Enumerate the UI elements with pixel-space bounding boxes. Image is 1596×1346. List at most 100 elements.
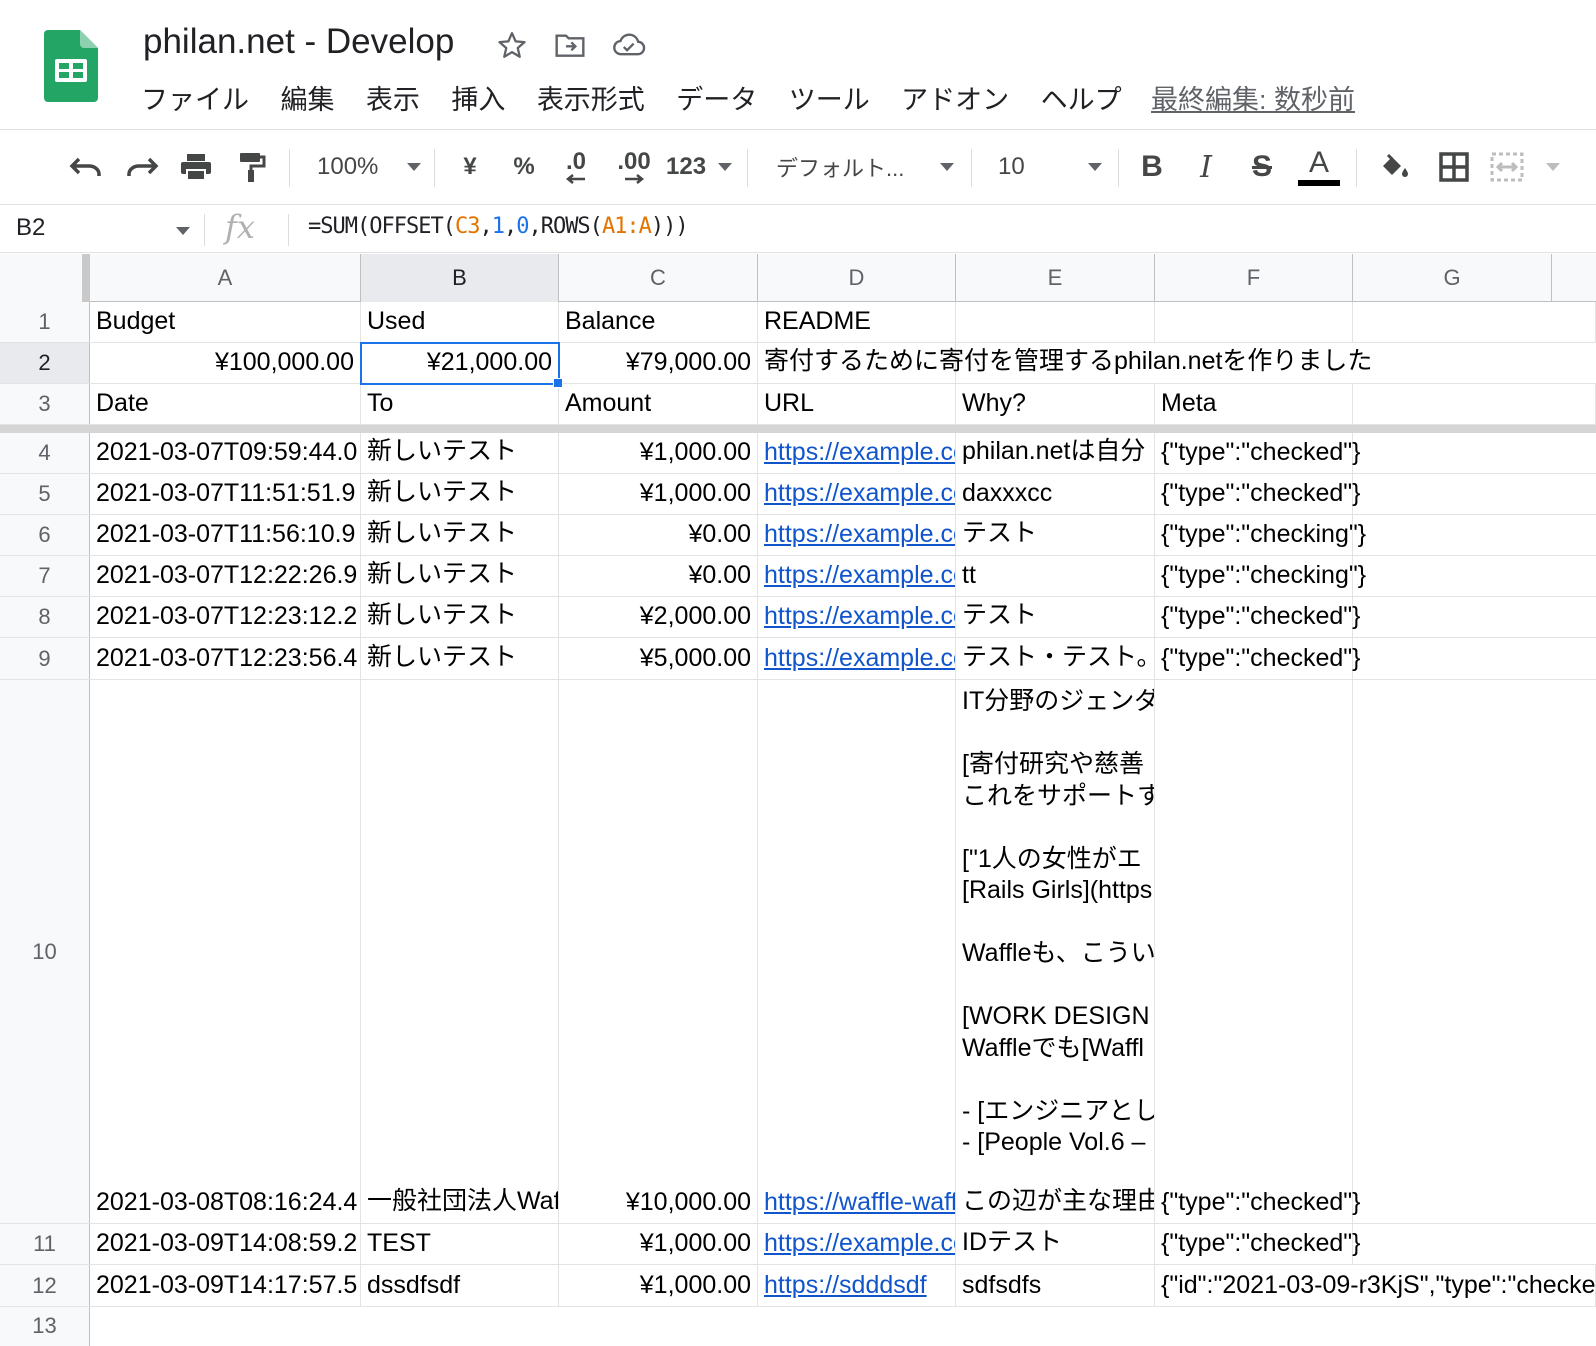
cell-meta[interactable]: {"id":"2021-03-09-r3KjS","type":"checked… [1155,1265,1596,1306]
cell-to[interactable]: 新しいテスト [361,474,559,514]
row-header[interactable]: 12 [0,1265,90,1306]
menu-insert[interactable]: 挿入 [451,80,505,120]
cell-date[interactable]: 2021-03-07T11:51:51.9 [90,474,361,514]
cell-meta[interactable]: {"type":"checked"} [1155,680,1361,1223]
menu-format[interactable]: 表示形式 [537,80,645,120]
url-link[interactable]: https://example.com [764,479,955,508]
cell-date[interactable]: 2021-03-07T09:59:44.0 [90,433,361,473]
menu-edit[interactable]: 編集 [280,80,334,120]
url-link[interactable]: https://example.com [764,644,955,673]
column-header-a[interactable]: A [90,254,361,302]
menu-view[interactable]: 表示 [366,80,420,120]
cell-date[interactable]: 2021-03-07T11:56:10.9 [90,515,361,555]
cell-to[interactable]: TEST [361,1224,559,1264]
cell-meta[interactable]: {"type":"checked"} [1155,433,1361,473]
cell-to[interactable]: 新しいテスト [361,638,559,679]
url-link[interactable]: https://example.com [764,520,955,549]
cell-why[interactable]: sdfsdfs [956,1265,1155,1306]
cell-amount[interactable]: ¥5,000.00 [559,638,758,679]
menu-help[interactable]: ヘルプ [1041,80,1122,120]
row-header[interactable]: 13 [0,1307,90,1346]
font-family-select[interactable]: デフォルト... [776,145,954,189]
cell-url[interactable]: https://example.com [758,433,956,473]
menu-file[interactable]: ファイル [141,80,249,120]
currency-format-button[interactable]: ¥ [452,145,488,189]
cell-url[interactable]: https://example.com [758,638,956,679]
url-link[interactable]: https://example.com [764,561,955,590]
cell-url[interactable]: https://example.com [758,515,956,555]
merge-cells-icon[interactable] [1490,145,1560,189]
fill-color-icon[interactable] [1374,145,1414,189]
cell-why[interactable]: テスト [956,597,1155,637]
more-formats-button[interactable]: 123 [666,145,732,189]
cell-a2[interactable]: ¥100,000.00 [90,343,361,383]
cell-meta[interactable]: {"type":"checked"} [1155,474,1361,514]
row-header[interactable]: 2 [0,343,90,383]
cell-meta[interactable]: {"type":"checked"} [1155,597,1361,637]
increase-decimal-button[interactable]: .00 [612,145,656,189]
menu-tools[interactable]: ツール [789,80,870,120]
column-header-b[interactable]: B [361,254,559,302]
row-header[interactable]: 7 [0,556,90,596]
star-icon[interactable] [495,28,529,62]
cell-a3[interactable]: Date [90,384,361,424]
cell-date[interactable]: 2021-03-07T12:23:12.2 [90,597,361,637]
cloud-saved-icon[interactable] [612,28,646,62]
font-size-select[interactable]: 10 [998,145,1102,189]
cell-amount[interactable]: ¥0.00 [559,515,758,555]
move-to-folder-icon[interactable] [553,28,587,62]
cell-amount[interactable]: ¥1,000.00 [559,474,758,514]
cell-a1[interactable]: Budget [90,302,361,342]
cell-why[interactable]: IT分野のジェンダ [寄付研究や慈善 これをサポートす ["1人の女性がエ [R… [956,680,1155,1223]
url-link[interactable]: https://example.com [764,438,955,467]
cell-c2[interactable]: ¥79,000.00 [559,343,758,383]
cell-e3[interactable]: Why? [956,384,1155,424]
cell-why[interactable]: テスト・テスト。 [956,638,1155,679]
cell-to[interactable]: 新しいテスト [361,556,559,596]
cell-date[interactable]: 2021-03-07T12:23:56.4 [90,638,361,679]
row-header[interactable]: 4 [0,433,90,473]
formula-input[interactable]: =SUM(OFFSET(C3,1,0,ROWS(A1:A))) [308,214,689,239]
percent-format-button[interactable]: % [506,145,542,189]
cell-d1[interactable]: README [758,302,956,342]
document-title[interactable]: philan.net - Develop [143,22,454,62]
cell-e1[interactable] [956,302,1155,342]
cell-meta[interactable]: {"type":"checked"} [1155,1224,1361,1264]
row-header[interactable]: 9 [0,638,90,679]
print-icon[interactable] [176,145,216,189]
cell-amount[interactable]: ¥2,000.00 [559,597,758,637]
url-link[interactable]: https://waffle-waffle [764,1188,955,1217]
italic-button[interactable]: I [1186,145,1226,189]
text-color-button[interactable]: A [1298,145,1340,189]
row-header[interactable]: 8 [0,597,90,637]
cell-date[interactable]: 2021-03-09T14:08:59.2 [90,1224,361,1264]
row-header[interactable]: 6 [0,515,90,555]
cell-g3[interactable] [1353,384,1596,424]
cell-amount[interactable]: ¥1,000.00 [559,1224,758,1264]
column-freeze-handle[interactable] [82,254,90,302]
cell-url[interactable]: https://waffle-waffle [758,680,956,1223]
menu-data[interactable]: データ [676,80,757,120]
borders-icon[interactable] [1434,145,1474,189]
cell-url[interactable]: https://example.com [758,1224,956,1264]
row-header[interactable]: 10 [0,680,90,1223]
url-link[interactable]: https://example.com [764,602,955,631]
fill-handle[interactable] [553,378,563,388]
url-link[interactable]: https://sdddsdf [764,1271,927,1300]
cell-c3[interactable]: Amount [559,384,758,424]
column-header-e[interactable]: E [956,254,1155,302]
cell-to[interactable]: dssdfsdf [361,1265,559,1306]
name-box[interactable]: B2 [16,214,45,242]
cell-d2[interactable]: 寄付するために寄付を管理するphilan.netを作りました [758,343,1372,383]
url-link[interactable]: https://example.com [764,1229,955,1258]
cell-url[interactable]: https://example.com [758,597,956,637]
row-header[interactable]: 11 [0,1224,90,1264]
cell-url[interactable]: https://example.com [758,556,956,596]
cell-why[interactable]: philan.netは自分 [956,433,1155,473]
last-edit-link[interactable]: 最終編集: 数秒前 [1151,80,1355,120]
undo-icon[interactable] [66,145,106,189]
row-freeze-divider[interactable] [0,425,1596,433]
cell-b2[interactable]: ¥21,000.00 [361,343,559,383]
select-all-corner[interactable] [0,254,90,302]
cell-amount[interactable]: ¥10,000.00 [559,680,758,1223]
